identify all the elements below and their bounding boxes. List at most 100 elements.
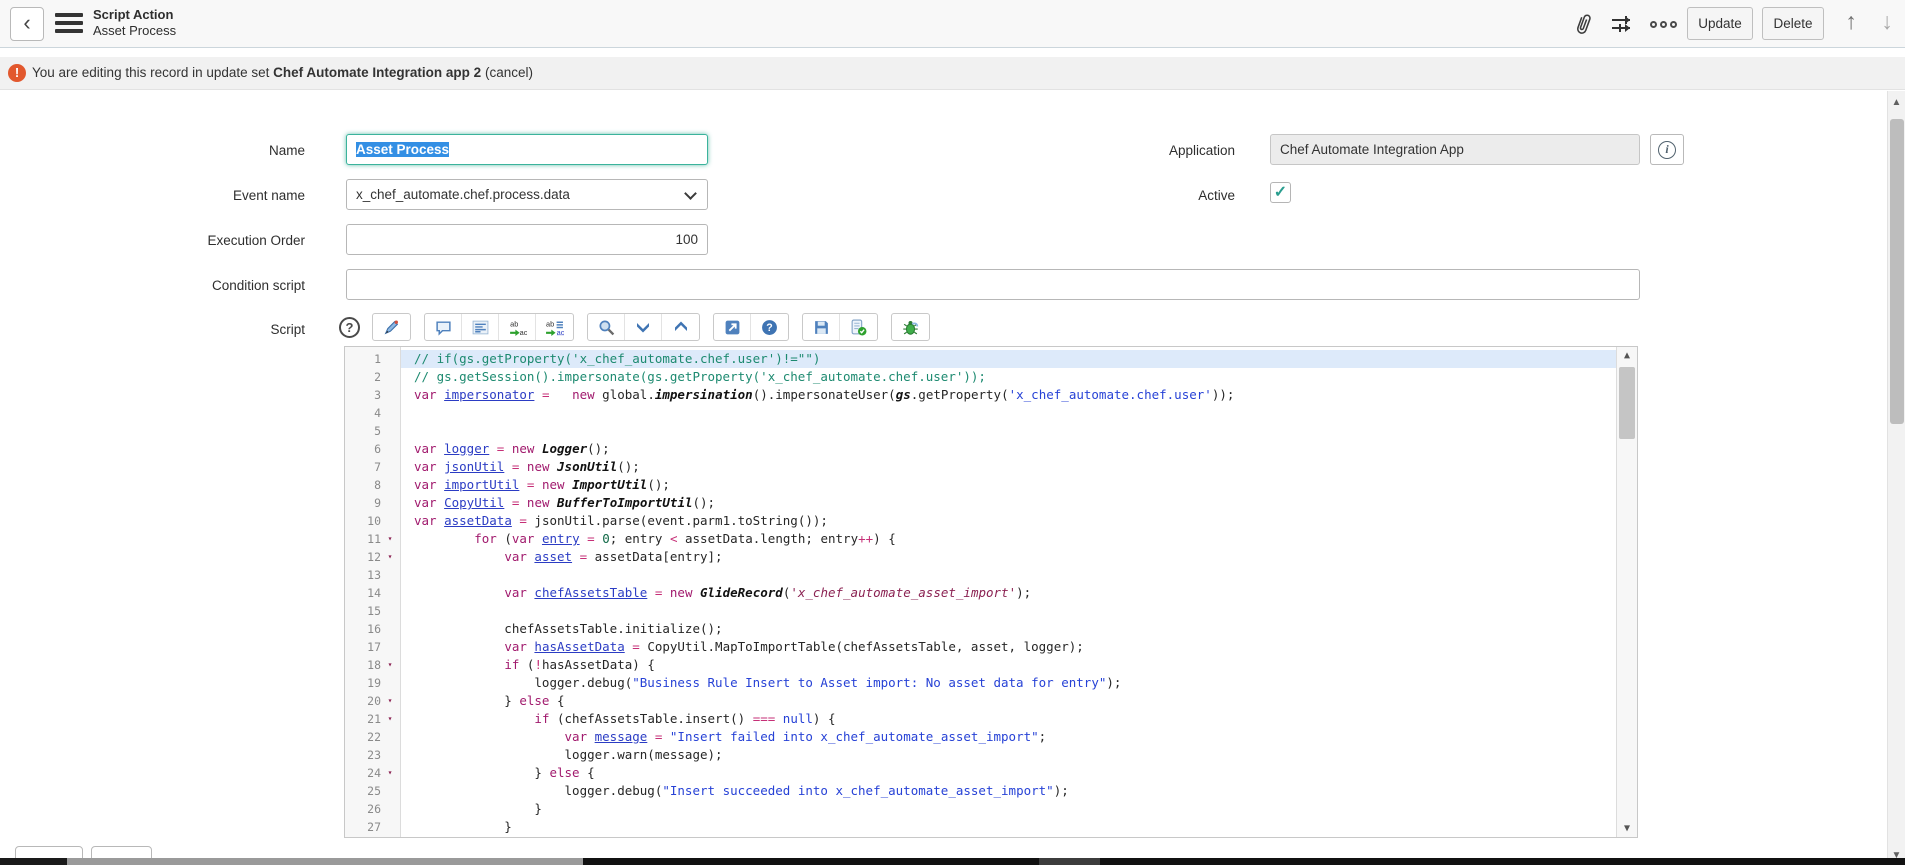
condition-script-label: Condition script — [140, 278, 305, 293]
fold-gap — [381, 746, 399, 764]
code-line[interactable]: 5 — [345, 422, 1616, 440]
line-number: 13 — [345, 566, 381, 584]
page-scrollbar-thumb[interactable] — [1890, 119, 1904, 424]
update-set-message: You are editing this record in update se… — [32, 65, 533, 80]
fold-arrow-icon[interactable]: ▾ — [381, 656, 399, 674]
back-button[interactable]: ‹ — [10, 7, 44, 41]
code-line[interactable]: 6var logger = new Logger(); — [345, 440, 1616, 458]
name-input[interactable]: Asset Process — [346, 134, 708, 165]
editor-scrollbar[interactable]: ▲ ▼ — [1616, 347, 1637, 837]
event-name-select[interactable]: x_chef_automate.chef.process.data — [346, 179, 708, 210]
syntax-editor-button[interactable] — [373, 314, 410, 340]
fold-arrow-icon[interactable]: ▾ — [381, 764, 399, 782]
condition-script-input[interactable] — [346, 269, 1640, 300]
line-number: 18 — [345, 656, 381, 674]
code-line[interactable]: 23 logger.warn(message); — [345, 746, 1616, 764]
active-checkbox[interactable]: ✓ — [1270, 182, 1291, 203]
context-menu-icon[interactable] — [55, 13, 83, 35]
fold-gap — [381, 512, 399, 530]
update-set-name: Chef Automate Integration app 2 — [273, 65, 481, 80]
code-text: var importUtil = new ImportUtil(); — [401, 476, 1616, 494]
execution-order-input[interactable]: 100 — [346, 224, 708, 255]
code-line[interactable]: 1// if(gs.getProperty('x_chef_automate.c… — [345, 350, 1616, 368]
find-previous-button[interactable] — [662, 314, 699, 340]
open-in-window-button[interactable] — [714, 314, 751, 340]
api-help-button[interactable]: ? — [751, 314, 788, 340]
code-line[interactable]: 3var impersonator = new global.impersina… — [345, 386, 1616, 404]
code-line[interactable]: 19 logger.debug("Business Rule Insert to… — [345, 674, 1616, 692]
bug-icon — [902, 319, 919, 336]
line-number: 7 — [345, 458, 381, 476]
horizontal-scrollbar-thumb[interactable] — [67, 858, 583, 865]
help-icon[interactable]: ? — [339, 317, 360, 338]
search-button[interactable] — [588, 314, 625, 340]
scroll-down-icon[interactable]: ▼ — [1617, 823, 1637, 834]
scroll-up-icon[interactable]: ▲ — [1617, 350, 1637, 361]
code-line[interactable]: 17 var hasAssetData = CopyUtil.MapToImpo… — [345, 638, 1616, 656]
code-line[interactable]: 26 } — [345, 800, 1616, 818]
comment-button[interactable] — [425, 314, 462, 340]
editor-scrollbar-thumb[interactable] — [1619, 367, 1635, 439]
find-next-button[interactable] — [625, 314, 662, 340]
fold-arrow-icon[interactable]: ▾ — [381, 548, 399, 566]
line-number: 12 — [345, 548, 381, 566]
info-icon: i — [1658, 141, 1676, 159]
fold-gap — [381, 620, 399, 638]
code-line[interactable]: 15 — [345, 602, 1616, 620]
attachment-button[interactable] — [1568, 9, 1598, 39]
code-line[interactable]: 8 var importUtil = new ImportUtil(); — [345, 476, 1616, 494]
next-record-icon[interactable]: ↓ — [1874, 8, 1900, 35]
format-code-button[interactable] — [462, 314, 499, 340]
line-number: 11 — [345, 530, 381, 548]
script-code-editor[interactable]: 1// if(gs.getProperty('x_chef_automate.c… — [344, 346, 1638, 838]
code-line[interactable]: 16 chefAssetsTable.initialize(); — [345, 620, 1616, 638]
code-text: logger.debug("Business Rule Insert to As… — [401, 674, 1616, 692]
code-text: if (!hasAssetData) { — [401, 656, 1616, 674]
debug-button[interactable] — [892, 314, 929, 340]
line-number: 16 — [345, 620, 381, 638]
fold-arrow-icon[interactable]: ▾ — [381, 530, 399, 548]
code-line[interactable]: 9var CopyUtil = new BufferToImportUtil()… — [345, 494, 1616, 512]
code-line[interactable]: 2// gs.getSession().impersonate(gs.getPr… — [345, 368, 1616, 386]
page-scroll-up-icon[interactable]: ▲ — [1888, 97, 1905, 108]
application-info-button[interactable]: i — [1650, 134, 1684, 165]
line-number: 8 — [345, 476, 381, 494]
cancel-link[interactable]: (cancel) — [485, 65, 533, 80]
delete-button[interactable]: Delete — [1762, 7, 1824, 40]
code-line[interactable]: 22 var message = "Insert failed into x_c… — [345, 728, 1616, 746]
previous-record-icon[interactable]: ↑ — [1838, 8, 1864, 35]
code-line[interactable]: 14 var chefAssetsTable = new GlideRecord… — [345, 584, 1616, 602]
code-line[interactable]: 20▾ } else { — [345, 692, 1616, 710]
update-button[interactable]: Update — [1687, 7, 1753, 40]
save-button[interactable] — [803, 314, 840, 340]
code-line[interactable]: 13 — [345, 566, 1616, 584]
line-number: 5 — [345, 422, 381, 440]
code-text: chefAssetsTable.initialize(); — [401, 620, 1616, 638]
code-line[interactable]: 7var jsonUtil = new JsonUtil(); — [345, 458, 1616, 476]
event-name-label: Event name — [140, 188, 305, 203]
personalize-form-button[interactable] — [1608, 9, 1638, 39]
svg-text:ab: ab — [510, 319, 518, 328]
code-line[interactable]: 11▾ for (var entry = 0; entry < assetDat… — [345, 530, 1616, 548]
more-options-button[interactable] — [1648, 9, 1678, 39]
replace-button[interactable]: abac — [499, 314, 536, 340]
more-dot-icon — [1670, 21, 1677, 28]
syntax-check-button[interactable] — [840, 314, 877, 340]
floppy-disk-icon — [813, 319, 830, 336]
code-line[interactable]: 27 } — [345, 818, 1616, 836]
code-line[interactable]: 10var assetData = jsonUtil.parse(event.p… — [345, 512, 1616, 530]
chevron-down-icon — [684, 187, 697, 200]
replace-all-button[interactable]: abac — [536, 314, 573, 340]
fold-gap — [381, 440, 399, 458]
code-line[interactable]: 25 logger.debug("Insert succeeded into x… — [345, 782, 1616, 800]
page-scrollbar[interactable]: ▲ ▼ — [1887, 91, 1905, 865]
code-line[interactable]: 12▾ var asset = assetData[entry]; — [345, 548, 1616, 566]
code-text: if (chefAssetsTable.insert() === null) { — [401, 710, 1616, 728]
code-line[interactable]: 4 — [345, 404, 1616, 422]
code-line[interactable]: 18▾ if (!hasAssetData) { — [345, 656, 1616, 674]
code-line[interactable]: 24▾ } else { — [345, 764, 1616, 782]
code-line[interactable]: 21▾ if (chefAssetsTable.insert() === nul… — [345, 710, 1616, 728]
fold-arrow-icon[interactable]: ▾ — [381, 710, 399, 728]
fold-arrow-icon[interactable]: ▾ — [381, 692, 399, 710]
svg-text:ac: ac — [519, 327, 526, 335]
